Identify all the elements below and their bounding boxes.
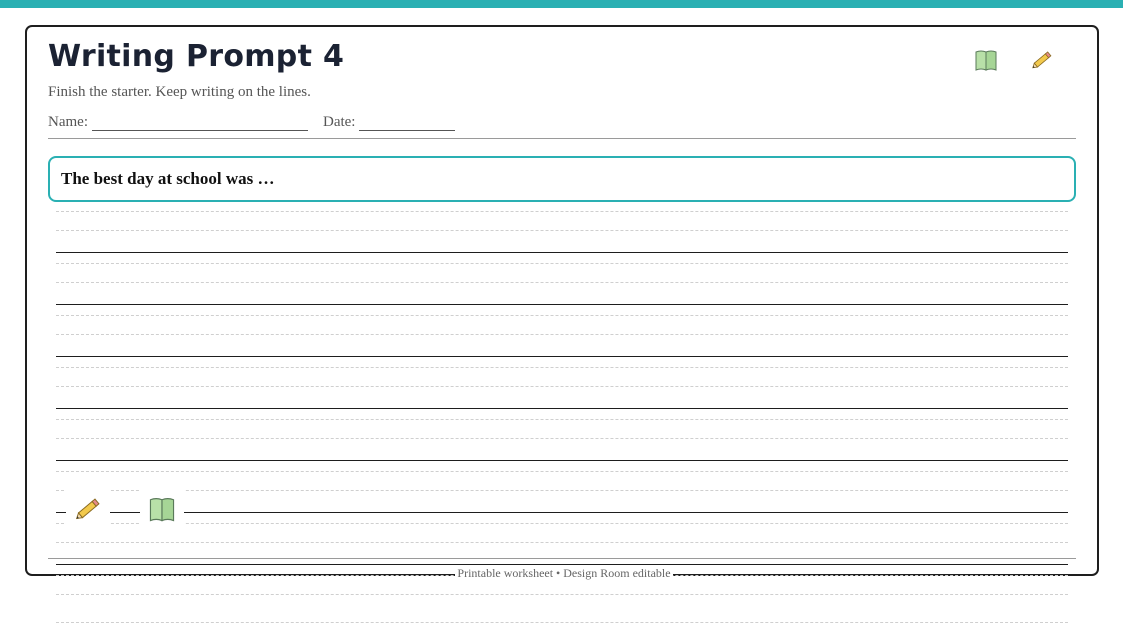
writing-baseline: [56, 564, 1068, 565]
date-field[interactable]: [359, 116, 456, 131]
worksheet: Writing Prompt 4 Finish the starter. Kee…: [25, 25, 1099, 623]
guide-line: [56, 367, 1068, 368]
book-icon: [140, 488, 184, 530]
name-label: Name:: [48, 114, 88, 130]
guide-line: [56, 622, 1068, 623]
guide-line: [56, 438, 1068, 439]
guide-line: [56, 211, 1068, 212]
page-title: Writing Prompt 4: [48, 39, 345, 74]
prompt-starter: The best day at school was …: [61, 169, 275, 188]
top-accent-bar: [0, 0, 1123, 8]
guide-line: [56, 471, 1068, 472]
footer: Printable worksheet • Design Room editab…: [27, 566, 1101, 580]
guide-line: [56, 282, 1068, 283]
writing-baseline: [56, 460, 1068, 461]
instructions: Finish the starter. Keep writing on the …: [48, 84, 311, 100]
pencil-icon: [66, 488, 110, 530]
guide-line: [56, 419, 1068, 420]
name-date-row: Name: Date:: [48, 113, 456, 131]
guide-line: [56, 542, 1068, 543]
guide-line: [56, 315, 1068, 316]
guide-line: [56, 334, 1068, 335]
writing-baseline: [56, 304, 1068, 305]
prompt-box: The best day at school was …: [48, 156, 1076, 202]
name-field[interactable]: [91, 116, 308, 131]
header-divider: [48, 138, 1076, 139]
writing-baseline: [56, 512, 1068, 513]
guide-line: [56, 263, 1068, 264]
guide-line: [56, 230, 1068, 231]
writing-baseline: [56, 252, 1068, 253]
pencil-icon: [1027, 45, 1057, 75]
date-label: Date:: [322, 114, 356, 130]
guide-line: [56, 386, 1068, 387]
footer-text: Printable worksheet • Design Room editab…: [455, 566, 673, 580]
header-icons: [971, 45, 1057, 75]
writing-lines[interactable]: [56, 211, 1068, 627]
bottom-icons: [66, 488, 196, 530]
guide-line: [56, 594, 1068, 595]
writing-baseline: [56, 408, 1068, 409]
guide-line: [56, 523, 1068, 524]
guide-line: [56, 490, 1068, 491]
writing-baseline: [56, 356, 1068, 357]
footer-divider: [48, 558, 1076, 559]
book-icon: [971, 45, 1001, 75]
